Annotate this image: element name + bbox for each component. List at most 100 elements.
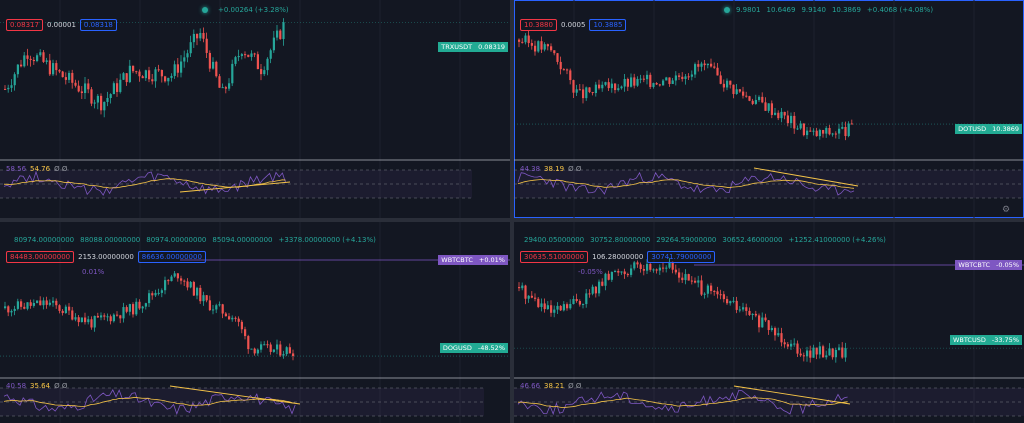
candle-body	[671, 80, 674, 84]
candle-body	[183, 57, 186, 62]
candle-body	[183, 280, 186, 282]
candle-body	[527, 295, 530, 299]
rsi-legend: 40.58 35.64 Ø Ø	[6, 382, 68, 390]
candle-body	[234, 317, 237, 319]
candle-body	[199, 287, 202, 302]
chart-panel-trxusdt[interactable]: +0.00264 (+3.28%) 0.08317 0.00001 0.0831…	[0, 0, 510, 218]
candle-body	[173, 273, 176, 277]
candle-body	[237, 56, 240, 58]
candle-body	[783, 342, 786, 345]
bid-price-box[interactable]: 0.08317	[6, 19, 43, 31]
candle-body	[758, 96, 761, 101]
candle-body	[527, 35, 530, 44]
candle-body	[64, 306, 67, 314]
candle-body	[180, 61, 183, 73]
candle-body	[16, 64, 19, 75]
candle-body	[52, 63, 55, 75]
candle-body	[838, 128, 841, 134]
candle-body	[636, 78, 639, 86]
candle-body	[562, 69, 565, 71]
candle-body	[90, 319, 93, 328]
candle-body	[199, 32, 202, 39]
candle-body	[690, 74, 693, 77]
candle-body	[218, 76, 221, 88]
candle-body	[674, 269, 677, 273]
chart-panel-dotusd[interactable]: 9.9801 10.6469 9.9140 10.3869 +0.4068 (+4.08…	[514, 0, 1024, 218]
gear-icon[interactable]: ⚙	[1002, 205, 1010, 215]
candle-body	[694, 64, 697, 75]
candle-body	[594, 84, 597, 94]
candle-body	[231, 317, 234, 320]
price-chart-trxusdt[interactable]	[0, 0, 510, 218]
candle-body	[678, 75, 681, 77]
candle-body	[713, 66, 716, 68]
candle-body	[719, 75, 722, 84]
candle-body	[607, 82, 610, 89]
candle-body	[208, 300, 211, 311]
candle-body	[591, 286, 594, 294]
candle-body	[154, 292, 157, 296]
ask-price-box[interactable]: 86636.00000000	[137, 251, 206, 263]
candle-body	[802, 123, 805, 136]
candle-body	[738, 309, 741, 311]
candle-body	[540, 41, 543, 50]
candle-body	[761, 317, 764, 328]
bid-price-box[interactable]: 30635.51000000	[520, 251, 589, 263]
ask-price-box[interactable]: 0.08318	[79, 19, 117, 31]
candle-body	[10, 85, 13, 88]
ask-price-box[interactable]: 30741.79000000	[647, 251, 716, 263]
candle-body	[578, 89, 581, 91]
bid-price-box[interactable]: 84483.00000000	[6, 251, 75, 263]
candle-body	[279, 344, 282, 356]
chart-panel-wbtcusd[interactable]: 29400.05000000 30752.80000000 29264.590000…	[514, 222, 1024, 423]
candle-body	[74, 317, 77, 320]
candle-body	[521, 285, 524, 289]
candle-body	[55, 63, 58, 71]
candle-body	[4, 89, 7, 90]
bid-ask-boxes: 30635.51000000 106.28000000 30741.790000…	[520, 251, 716, 263]
candle-body	[266, 344, 269, 346]
candle-body	[148, 70, 151, 80]
price-chart-dotusd[interactable]	[514, 0, 1024, 218]
candle-body	[282, 22, 285, 39]
candle-body	[144, 303, 147, 307]
candle-body	[697, 280, 700, 283]
candle-body	[751, 100, 754, 104]
candle-body	[176, 64, 179, 73]
candle-body	[189, 42, 192, 54]
candle-body	[167, 77, 170, 82]
candle-body	[575, 89, 578, 93]
candle-body	[234, 57, 237, 64]
candle-body	[244, 329, 247, 337]
candle-body	[831, 348, 834, 358]
candle-body	[553, 50, 556, 54]
candle-body	[109, 316, 112, 322]
candle-body	[13, 308, 16, 311]
candle-body	[770, 103, 773, 115]
candle-body	[36, 300, 39, 304]
candle-body	[546, 305, 549, 310]
candle-body	[4, 306, 7, 309]
candle-body	[732, 84, 735, 95]
candle-body	[642, 268, 645, 271]
bid-price-box[interactable]: 10.3880	[520, 19, 557, 31]
candle-body	[684, 274, 687, 281]
candle-body	[170, 75, 173, 78]
candle-body	[578, 301, 581, 305]
candle-body	[687, 274, 690, 281]
chart-panel-dogusd[interactable]: 80974.00000000 88088.00000000 80974.000000…	[0, 222, 510, 423]
candle-body	[825, 355, 828, 358]
candle-body	[633, 262, 636, 269]
candle-body	[39, 300, 42, 306]
ask-price-box[interactable]: 10.3885	[589, 19, 627, 31]
candle-body	[32, 59, 35, 62]
candle-body	[260, 69, 263, 75]
candle-body	[87, 319, 90, 323]
live-indicator-dot	[724, 7, 730, 13]
candle-body	[84, 317, 87, 323]
price-scale-tag: DOTUSD 10.3869	[955, 124, 1022, 134]
candle-body	[726, 299, 729, 304]
candle-body	[100, 95, 103, 111]
candle-body	[655, 83, 658, 85]
candle-body	[751, 313, 754, 315]
